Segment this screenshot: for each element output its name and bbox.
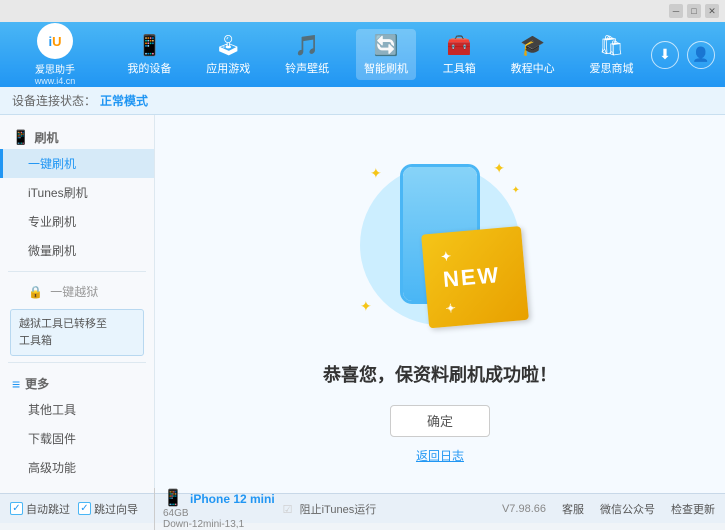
sparkle-1: ✦ — [370, 165, 382, 182]
nav-label-apps: 应用游戏 — [206, 60, 250, 76]
main-content: 📱 刷机 一键刷机 iTunes刷机 专业刷机 微量刷机 🔒 一键越狱 越狱工具… — [0, 115, 725, 493]
pro-flash-label: 专业刷机 — [28, 215, 76, 229]
one-click-flash-label: 一键刷机 — [28, 157, 76, 171]
nav-item-ringtones[interactable]: 🎵 铃声壁纸 — [277, 29, 337, 80]
nav-label-toolbox: 工具箱 — [443, 60, 476, 76]
smart-flash-icon: 🔄 — [374, 33, 399, 58]
sidebar-group-flash: 📱 刷机 — [0, 123, 154, 149]
central-area: NEW ✦ ✦ ✦ ✦ 恭喜您，保资料刷机成功啦！ 确定 返回日志 — [155, 115, 725, 493]
nav-label-mall: 爱思商城 — [589, 60, 633, 76]
logo-name: 爱思助手 — [35, 61, 75, 76]
apps-icon: 🕹 — [216, 33, 241, 58]
flash-group-label: 刷机 — [34, 129, 58, 146]
checkbox-auto-dismiss[interactable]: ✓ 自动跳过 — [10, 501, 70, 517]
nav-item-toolbox[interactable]: 🧰 工具箱 — [435, 29, 484, 80]
tutorial-icon: 🎓 — [520, 33, 545, 58]
checkbox-auto-dismiss-check: ✓ — [12, 503, 20, 514]
wechat-official-link[interactable]: 微信公众号 — [600, 501, 655, 517]
more-group-label: 更多 — [25, 375, 49, 392]
itunes-checkbox-icon: ☑ — [283, 504, 293, 516]
bottom-bar: ✓ 自动跳过 ✓ 跳过向导 📱 iPhone 12 mini 64GB Down… — [0, 493, 725, 523]
bottom-right: V7.98.66 客服 微信公众号 检查更新 — [502, 501, 715, 517]
sparkle-4: ✦ — [512, 185, 520, 196]
checkbox-auto-dismiss-box[interactable]: ✓ — [10, 502, 23, 515]
sidebar-item-micro-flash[interactable]: 微量刷机 — [0, 236, 154, 265]
return-link[interactable]: 返回日志 — [416, 447, 464, 464]
sidebar-item-one-click-flash[interactable]: 一键刷机 — [0, 149, 154, 178]
itunes-status: ☑ 阻止iTunes运行 — [283, 501, 377, 517]
success-text: 恭喜您，保资料刷机成功啦！ — [323, 361, 557, 387]
sidebar: 📱 刷机 一键刷机 iTunes刷机 专业刷机 微量刷机 🔒 一键越狱 越狱工具… — [0, 115, 155, 493]
sidebar-divider-2 — [8, 362, 146, 363]
minimize-button[interactable]: － — [669, 4, 683, 18]
nav-label-ringtones: 铃声壁纸 — [285, 60, 329, 76]
status-bar: 设备连接状态： 正常模式 — [0, 87, 725, 115]
device-icon: 📱 — [137, 33, 162, 58]
ringtones-icon: 🎵 — [295, 33, 320, 58]
device-storage: 64GB — [163, 508, 275, 519]
checkbox-skip-wizard[interactable]: ✓ 跳过向导 — [78, 501, 138, 517]
itunes-status-label: 阻止iTunes运行 — [300, 504, 377, 516]
checkbox-skip-wizard-check: ✓ — [80, 503, 88, 514]
jailbreak-notice: 越狱工具已转移至工具箱 — [19, 318, 107, 347]
nav-item-apps-games[interactable]: 🕹 应用游戏 — [198, 29, 258, 80]
logo: i U 爱思助手 www.i4.cn — [10, 23, 100, 86]
nav-items: 📱 我的设备 🕹 应用游戏 🎵 铃声壁纸 🔄 智能刷机 🧰 工具箱 🎓 教程中心… — [110, 29, 651, 80]
nav-item-smart-flash[interactable]: 🔄 智能刷机 — [356, 29, 416, 80]
confirm-button[interactable]: 确定 — [390, 405, 490, 437]
customer-service-link[interactable]: 客服 — [562, 501, 584, 517]
sidebar-notice-jailbreak: 越狱工具已转移至工具箱 — [10, 309, 144, 356]
nav-label-smart-flash: 智能刷机 — [364, 60, 408, 76]
sidebar-item-itunes-flash[interactable]: iTunes刷机 — [0, 178, 154, 207]
checkbox-auto-dismiss-label: 自动跳过 — [26, 501, 70, 517]
title-bar: － □ ✕ — [0, 0, 725, 22]
top-nav: i U 爱思助手 www.i4.cn 📱 我的设备 🕹 应用游戏 🎵 铃声壁纸 … — [0, 22, 725, 87]
logo-icon: i U — [37, 23, 73, 59]
toolbox-icon: 🧰 — [447, 33, 472, 58]
illustration: NEW ✦ ✦ ✦ ✦ — [340, 145, 540, 345]
device-name: iPhone 12 mini — [190, 492, 275, 506]
nav-label-tutorial: 教程中心 — [511, 60, 555, 76]
nav-item-mall[interactable]: 🛍 爱思商城 — [581, 29, 641, 80]
download-firmware-label: 下载固件 — [28, 432, 76, 446]
nav-item-tutorial[interactable]: 🎓 教程中心 — [503, 29, 563, 80]
sidebar-item-pro-flash[interactable]: 专业刷机 — [0, 207, 154, 236]
nav-item-my-device[interactable]: 📱 我的设备 — [119, 29, 179, 80]
device-info: 📱 iPhone 12 mini 64GB Down-12mini-13,1 — [154, 488, 275, 530]
advanced-label: 高级功能 — [28, 461, 76, 475]
more-group-icon: ≡ — [12, 376, 20, 392]
logo-url: www.i4.cn — [35, 76, 76, 86]
mall-icon: 🛍 — [599, 33, 624, 58]
sidebar-item-advanced[interactable]: 高级功能 — [0, 453, 154, 482]
sidebar-item-download-firmware[interactable]: 下载固件 — [0, 424, 154, 453]
close-button[interactable]: ✕ — [705, 4, 719, 18]
device-version: Down-12mini-13,1 — [163, 519, 275, 530]
checkbox-skip-wizard-label: 跳过向导 — [94, 501, 138, 517]
flash-group-icon: 📱 — [12, 129, 29, 146]
bottom-left: ✓ 自动跳过 ✓ 跳过向导 📱 iPhone 12 mini 64GB Down… — [10, 488, 502, 530]
jailbreak-label: 一键越狱 — [50, 285, 98, 299]
user-button[interactable]: 👤 — [687, 41, 715, 69]
sidebar-item-other-tools[interactable]: 其他工具 — [0, 395, 154, 424]
micro-flash-label: 微量刷机 — [28, 244, 76, 258]
other-tools-label: 其他工具 — [28, 403, 76, 417]
status-value: 正常模式 — [100, 92, 148, 109]
sidebar-divider-1 — [8, 271, 146, 272]
device-phone-icon: 📱 — [163, 490, 183, 507]
itunes-flash-label: iTunes刷机 — [28, 186, 88, 200]
checkbox-skip-wizard-box[interactable]: ✓ — [78, 502, 91, 515]
new-banner: NEW — [421, 226, 529, 328]
sidebar-item-jailbreak: 🔒 一键越狱 — [0, 278, 154, 305]
sparkle-2: ✦ — [493, 160, 505, 177]
nav-right: ⬇ 👤 — [651, 41, 715, 69]
version-text: V7.98.66 — [502, 503, 546, 515]
restore-button[interactable]: □ — [687, 4, 701, 18]
sparkle-3: ✦ — [360, 298, 372, 315]
status-label: 设备连接状态： — [12, 92, 96, 109]
nav-label-my-device: 我的设备 — [127, 60, 171, 76]
download-button[interactable]: ⬇ — [651, 41, 679, 69]
check-update-link[interactable]: 检查更新 — [671, 501, 715, 517]
sidebar-group-more: ≡ 更多 — [0, 369, 154, 395]
